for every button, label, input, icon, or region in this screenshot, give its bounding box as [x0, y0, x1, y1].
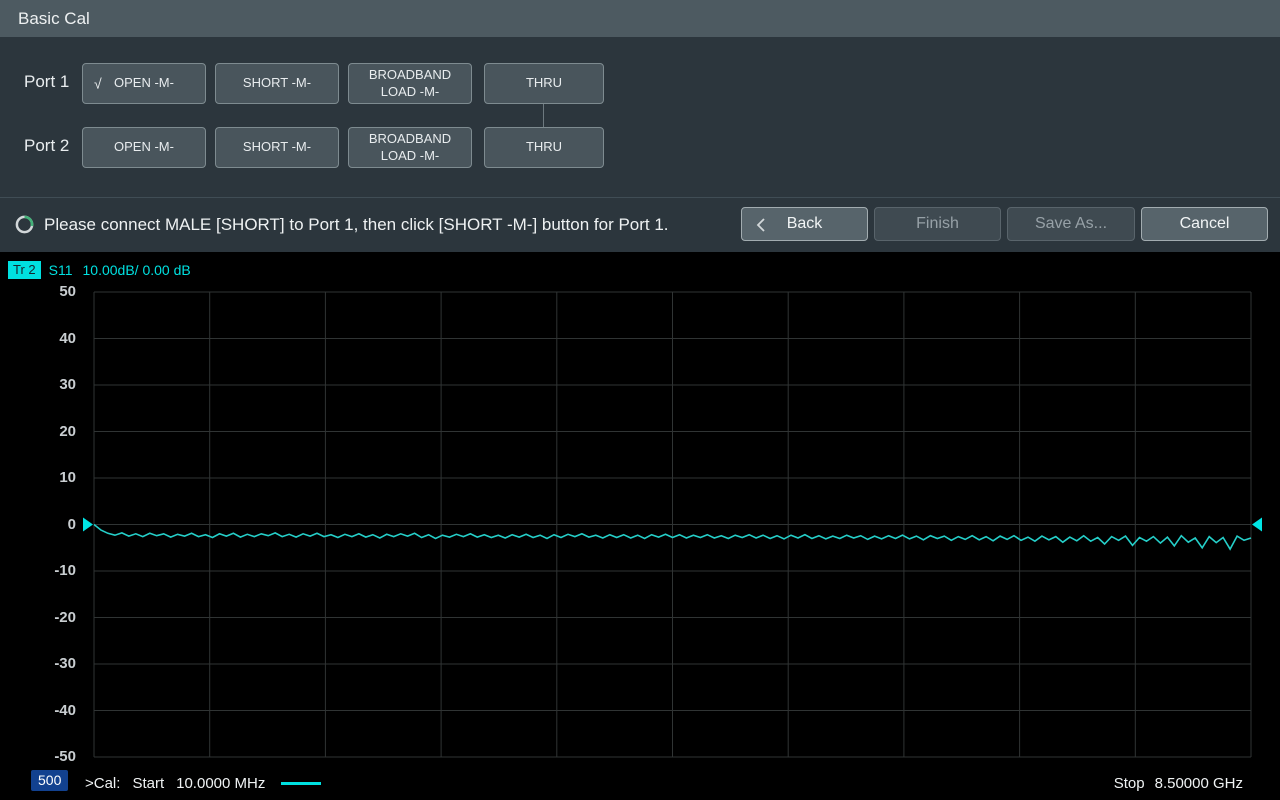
- s11-trace-plot: [0, 252, 1280, 800]
- cal-indicator: >Cal:: [85, 775, 120, 792]
- back-button[interactable]: Back: [741, 207, 868, 241]
- cancel-button[interactable]: Cancel: [1141, 207, 1268, 241]
- instruction-message: Please connect MALE [SHORT] to Port 1, t…: [44, 198, 669, 252]
- port1-short-button[interactable]: SHORT -M-: [215, 63, 339, 104]
- port2-open-button[interactable]: OPEN -M-: [82, 127, 206, 168]
- start-label: Start: [132, 775, 164, 792]
- button-label: SHORT -M-: [243, 75, 311, 91]
- button-label: Finish: [916, 215, 959, 233]
- prompt-row: Please connect MALE [SHORT] to Port 1, t…: [0, 198, 1280, 252]
- chevron-left-icon: [756, 218, 766, 232]
- save-as-button[interactable]: Save As...: [1007, 207, 1135, 241]
- port2-label: Port 2: [24, 136, 78, 156]
- port1-label: Port 1: [24, 72, 78, 92]
- port1-broadband-load-button[interactable]: BROADBAND LOAD -M-: [348, 63, 472, 104]
- button-label: THRU: [526, 75, 562, 91]
- thru-connector-line: [543, 104, 544, 128]
- port1-open-button[interactable]: √ OPEN -M-: [82, 63, 206, 104]
- button-label: BROADBAND LOAD -M-: [363, 67, 457, 100]
- stop-frequency-readout: Stop 8.50000 GHz: [1114, 770, 1243, 796]
- points-badge[interactable]: 500: [31, 770, 68, 791]
- trace-color-swatch: [281, 782, 321, 785]
- button-label: BROADBAND LOAD -M-: [363, 131, 457, 164]
- button-label: Back: [787, 215, 823, 233]
- trace-display: Tr 2 S11 10.00dB/ 0.00 dB 50 40 30 20 10…: [0, 252, 1280, 800]
- port2-broadband-load-button[interactable]: BROADBAND LOAD -M-: [348, 127, 472, 168]
- button-label: Cancel: [1180, 215, 1230, 233]
- button-label: OPEN -M-: [114, 75, 174, 91]
- stop-label: Stop: [1114, 775, 1145, 792]
- cal-standards-panel: Port 1 √ OPEN -M- SHORT -M- BROADBAND LO…: [0, 37, 1280, 198]
- port2-short-button[interactable]: SHORT -M-: [215, 127, 339, 168]
- start-frequency-readout: >Cal: Start 10.0000 MHz: [85, 770, 321, 796]
- dialog-title: Basic Cal: [0, 0, 1280, 37]
- start-value: 10.0000 MHz: [176, 775, 265, 792]
- port2-thru-button[interactable]: THRU: [484, 127, 604, 168]
- button-label: SHORT -M-: [243, 139, 311, 155]
- port1-thru-button[interactable]: THRU: [484, 63, 604, 104]
- button-label: Save As...: [1035, 215, 1107, 233]
- progress-spinner-icon: [14, 214, 35, 235]
- button-label: THRU: [526, 139, 562, 155]
- check-icon: √: [94, 75, 102, 93]
- finish-button[interactable]: Finish: [874, 207, 1001, 241]
- button-label: OPEN -M-: [114, 139, 174, 155]
- stop-value: 8.50000 GHz: [1155, 775, 1243, 792]
